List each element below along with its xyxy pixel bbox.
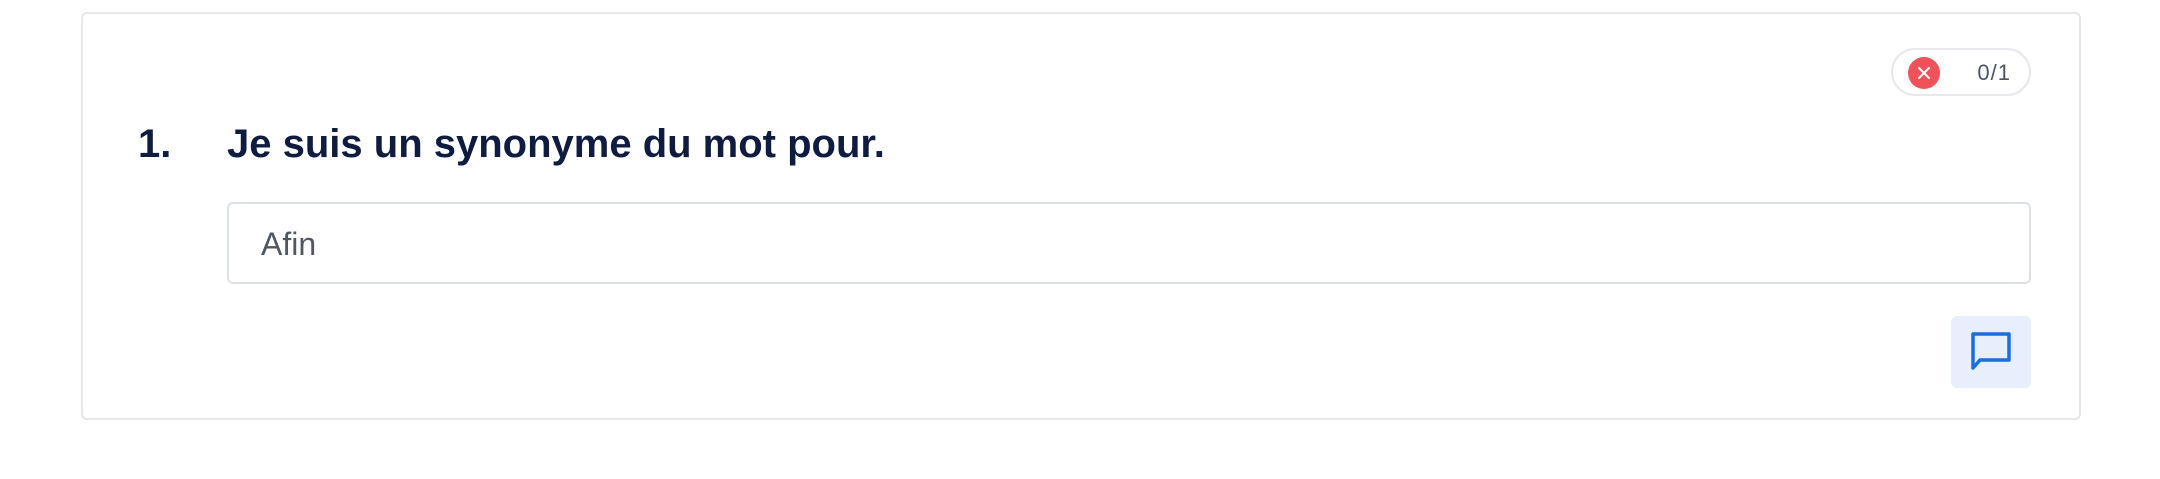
x-circle-icon — [1908, 57, 1940, 89]
answer-field[interactable]: Afin — [227, 202, 2031, 284]
comment-icon — [1969, 328, 2013, 377]
question-card: 0/1 1. Je suis un synonyme du mot pour. … — [81, 12, 2081, 420]
comment-button[interactable] — [1951, 316, 2031, 388]
answer-value: Afin — [261, 226, 317, 262]
question-number: 1. — [138, 122, 172, 166]
question-text: Je suis un synonyme du mot pour. — [227, 122, 885, 166]
score-text: 0/1 — [1977, 60, 2011, 85]
score-badge: 0/1 — [1891, 48, 2031, 96]
